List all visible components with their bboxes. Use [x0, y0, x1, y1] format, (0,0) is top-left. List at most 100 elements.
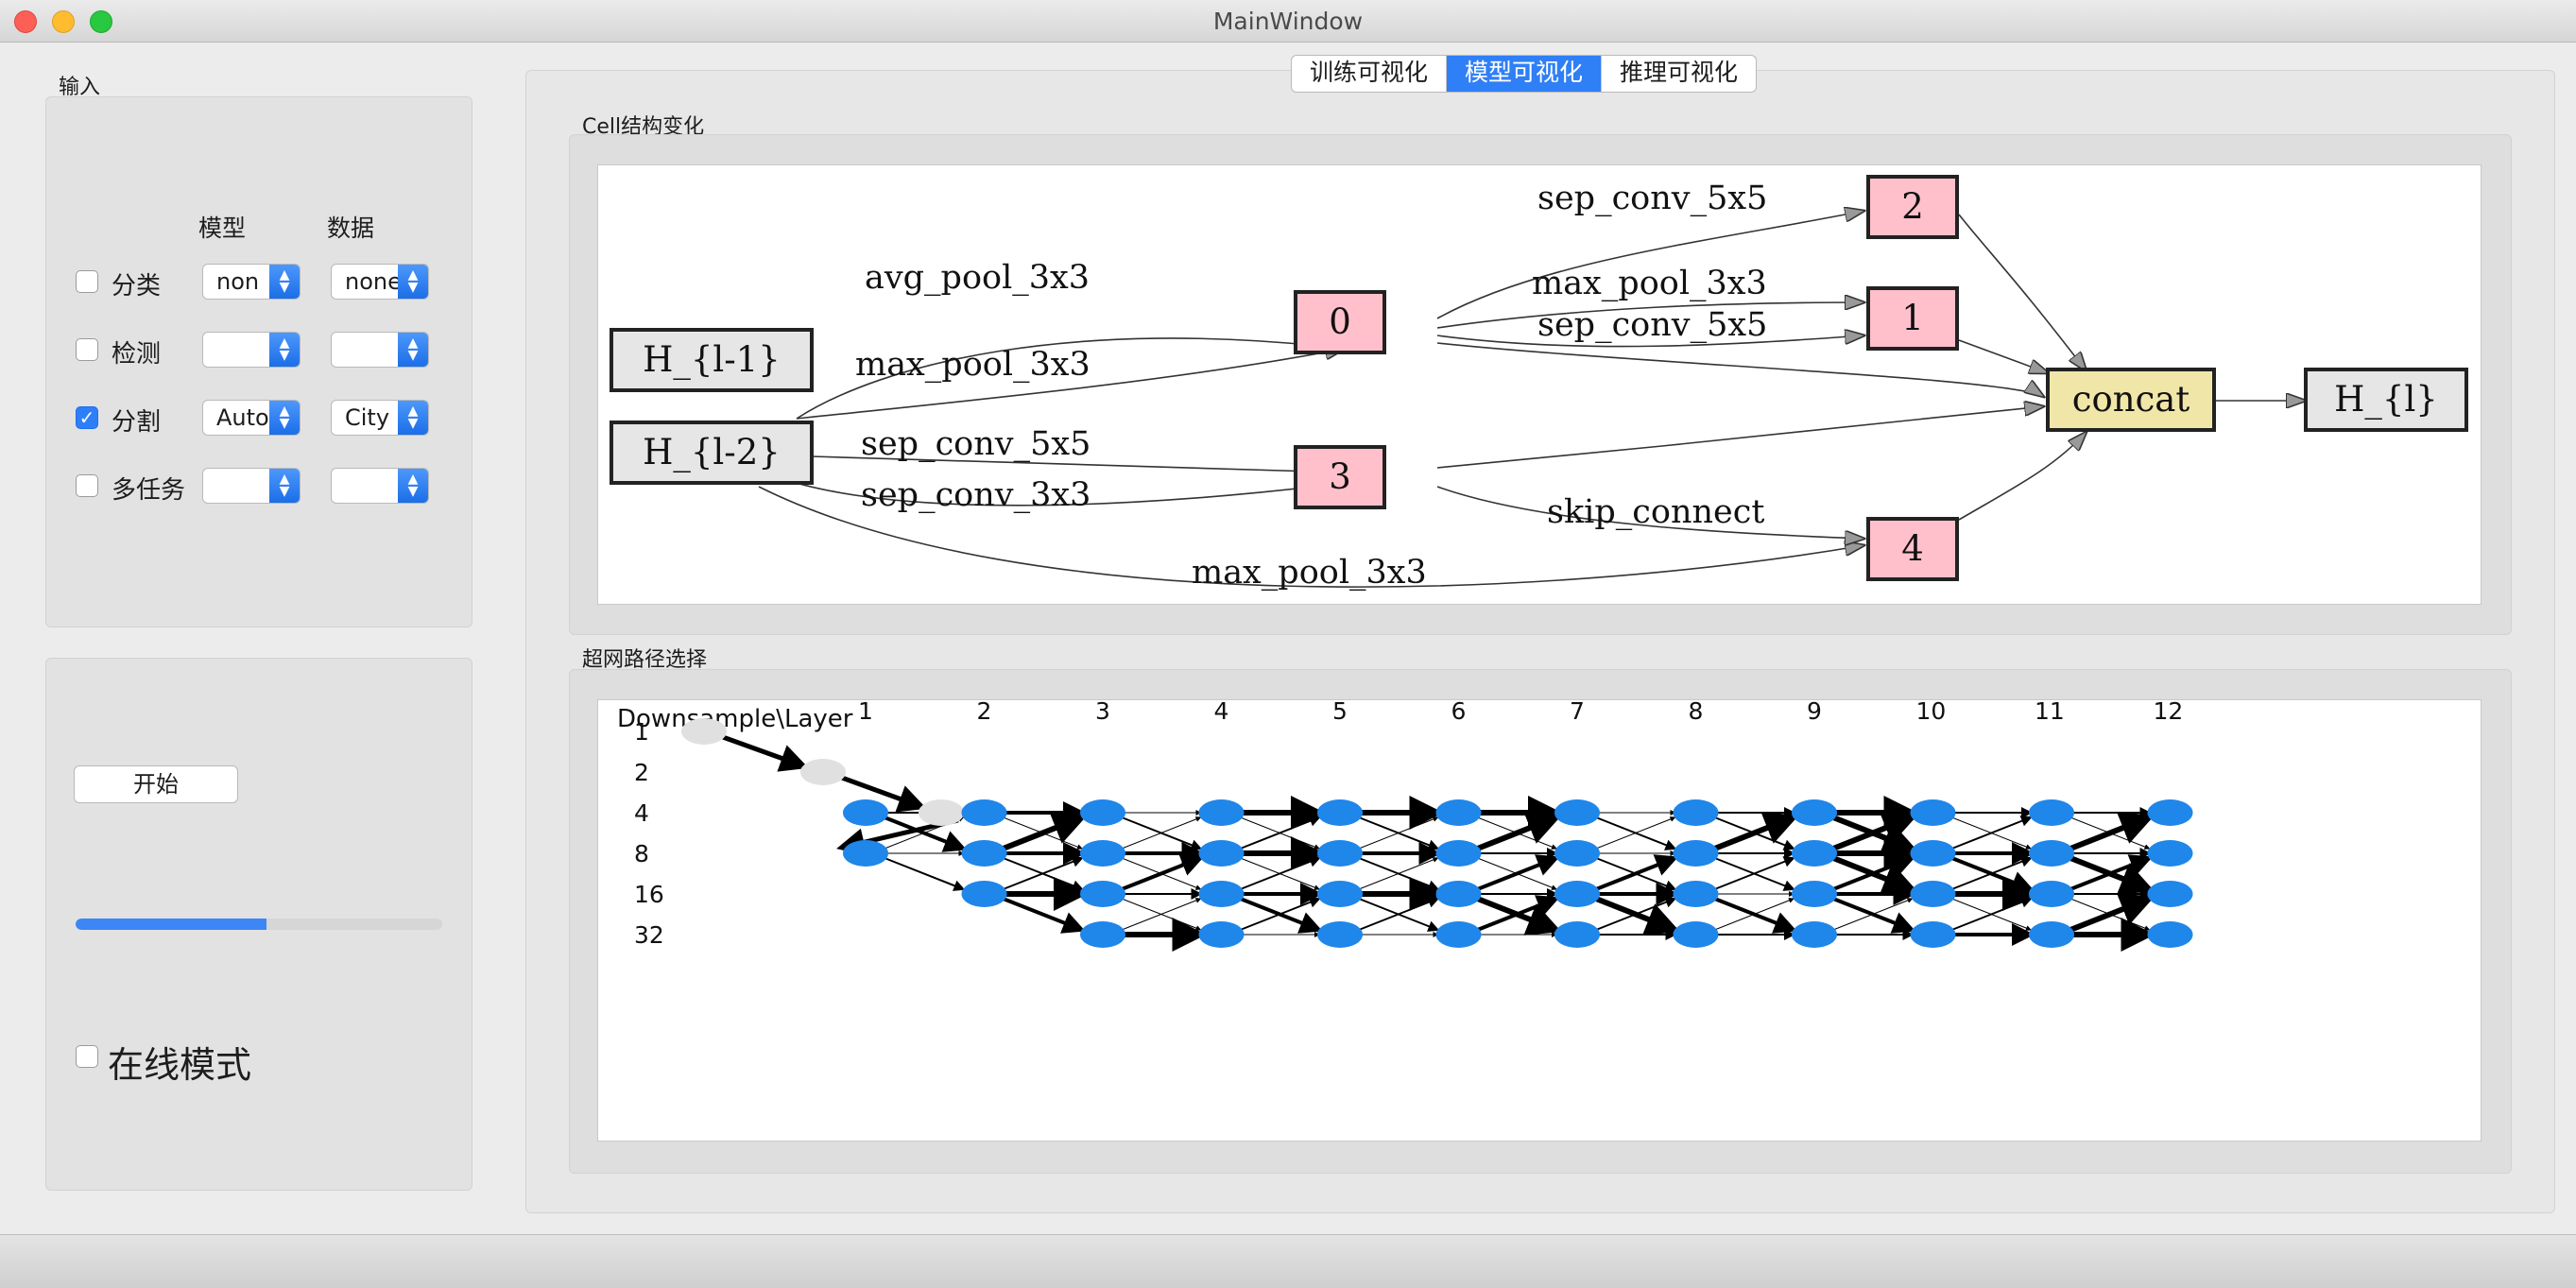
layer-label: 9 — [1807, 700, 1822, 725]
supernet-node — [1317, 881, 1363, 907]
layer-label: 1 — [858, 700, 873, 725]
edge-label: sep_conv_5x5 — [1537, 180, 1767, 217]
layer-label: 3 — [1095, 700, 1110, 725]
edge-labels: avg_pool_3x3 max_pool_3x3 sep_conv_5x5 s… — [855, 180, 1767, 592]
supernet-node — [1198, 840, 1245, 867]
supernet-node — [1554, 881, 1600, 907]
tab-model-visualization[interactable]: 模型可视化 — [1447, 56, 1603, 92]
chevron-updown-icon: ▲ ▼ — [269, 265, 300, 299]
supernet-node — [2029, 840, 2074, 867]
supernet-node — [961, 881, 1007, 907]
edge-label: max_pool_3x3 — [1532, 265, 1767, 302]
supernet-node — [1554, 921, 1600, 948]
node-label: 2 — [1901, 186, 1924, 227]
status-bar — [0, 1234, 2576, 1288]
multitask-model-select[interactable]: ▲ ▼ — [202, 468, 301, 504]
supernet-node — [2029, 921, 2074, 948]
supernet-node — [1435, 881, 1482, 907]
data-column-header: 数据 — [327, 215, 375, 242]
supernet-node — [1673, 840, 1719, 867]
tab-training-visualization[interactable]: 训练可视化 — [1292, 56, 1448, 92]
supernet-node — [1317, 840, 1363, 867]
supernet-node — [2147, 840, 2193, 867]
title-bar: MainWindow — [0, 0, 2576, 43]
chevron-updown-icon: ▲ ▼ — [269, 401, 300, 435]
segmentation-model-value: Auto — [216, 404, 269, 431]
supernet-node — [1080, 921, 1125, 948]
node-label: 1 — [1901, 298, 1924, 338]
supernet-node — [843, 799, 888, 826]
classification-label: 分类 — [112, 272, 162, 301]
segmentation-data-select[interactable]: City ▲ ▼ — [331, 400, 429, 436]
multitask-checkbox[interactable] — [76, 474, 98, 497]
downsample-label: 2 — [634, 759, 649, 786]
edge-label: max_pool_3x3 — [855, 346, 1091, 384]
layer-label: 7 — [1570, 700, 1585, 725]
online-mode-checkbox[interactable] — [76, 1045, 98, 1068]
edge-label: sep_conv_5x5 — [861, 425, 1091, 463]
downsample-label: 4 — [634, 799, 649, 827]
supernet-node — [1792, 840, 1837, 867]
supernet-node — [1080, 881, 1125, 907]
model-column-header: 模型 — [198, 215, 247, 242]
classification-model-select[interactable]: non ▲ ▼ — [202, 264, 301, 300]
supernet-graph: Downsample\Layer 1 2 3 4 5 6 7 8 9 10 11 1212481632 — [617, 697, 2193, 952]
supernet-edge — [1002, 897, 1086, 934]
edge-label: sep_conv_5x5 — [1537, 306, 1767, 344]
layer-label: 5 — [1332, 700, 1348, 725]
supernet-node — [1673, 799, 1719, 826]
supernet-node — [1435, 799, 1482, 826]
downsample-label: 8 — [634, 840, 649, 867]
detection-checkbox[interactable] — [76, 338, 98, 361]
classification-checkbox[interactable] — [76, 270, 98, 293]
downsample-label: 1 — [634, 718, 649, 746]
supernet-edge — [884, 857, 966, 891]
supernet-node — [1317, 921, 1363, 948]
supernet-node — [2147, 881, 2193, 907]
supernet-corner-label: Downsample\Layer — [617, 705, 853, 733]
edge-4-concat — [1958, 432, 2087, 521]
edge-label: sep_conv_3x3 — [861, 476, 1091, 514]
supernet-node — [1554, 840, 1600, 867]
segmentation-model-select[interactable]: Auto ▲ ▼ — [202, 400, 301, 436]
node-label: H_{l} — [2334, 379, 2438, 421]
supernet-node — [1198, 921, 1245, 948]
supernet-node — [1435, 921, 1482, 948]
layer-label: 8 — [1689, 700, 1704, 725]
supernet-canvas: Downsample\Layer 1 2 3 4 5 6 7 8 9 10 11 12 1 2 4 8 16 32 — [597, 697, 2482, 1142]
tab-inference-visualization[interactable]: 推理可视化 — [1602, 56, 1756, 92]
downsample-label: 16 — [634, 881, 664, 908]
supernet-node — [1910, 921, 1956, 948]
chevron-updown-icon: ▲ ▼ — [269, 469, 300, 503]
progress-fill — [76, 919, 266, 930]
chevron-updown-icon: ▲ ▼ — [398, 469, 428, 503]
edge-label: max_pool_3x3 — [1192, 554, 1427, 592]
supernet-edge — [722, 734, 809, 772]
supernet-stem-node — [681, 718, 727, 745]
segmentation-label: 分割 — [112, 408, 162, 437]
segmentation-checkbox[interactable]: ✓ — [76, 406, 98, 429]
multitask-data-select[interactable]: ▲ ▼ — [331, 468, 429, 504]
edge-1-concat — [1958, 339, 2049, 373]
chevron-updown-icon: ▲ ▼ — [398, 401, 428, 435]
layer-label: 2 — [977, 700, 992, 725]
node-label: 0 — [1329, 301, 1351, 342]
supernet-node — [2029, 799, 2074, 826]
supernet-stem-node — [919, 799, 964, 826]
start-button[interactable]: 开始 — [74, 765, 238, 803]
supernet-node — [843, 840, 888, 867]
supernet-stem-node — [800, 759, 846, 785]
supernet-node — [2147, 799, 2193, 826]
layer-label: 6 — [1451, 700, 1467, 725]
supernet-node — [1910, 799, 1956, 826]
progress-bar — [76, 919, 442, 930]
detection-model-select[interactable]: ▲ ▼ — [202, 332, 301, 368]
supernet-node — [1792, 881, 1837, 907]
detection-data-select[interactable]: ▲ ▼ — [331, 332, 429, 368]
supernet-node — [1792, 921, 1837, 948]
classification-model-value: non — [216, 268, 260, 295]
downsample-label: 32 — [634, 921, 664, 949]
supernet-node — [1198, 799, 1245, 826]
layer-label: 4 — [1214, 700, 1229, 725]
classification-data-select[interactable]: none ▲ ▼ — [331, 264, 429, 300]
